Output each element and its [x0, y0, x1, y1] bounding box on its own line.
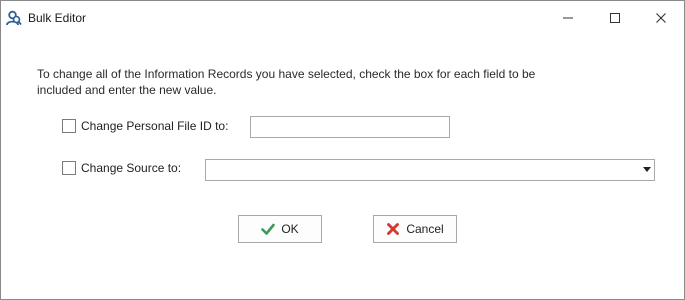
ok-button-label: OK: [281, 222, 299, 236]
source-row: Change Source to:: [62, 161, 181, 175]
ok-button[interactable]: OK: [238, 215, 322, 243]
minimize-icon: [563, 17, 573, 19]
source-checkbox[interactable]: [62, 161, 76, 175]
app-icon: [6, 10, 22, 27]
x-icon: [386, 222, 400, 236]
cancel-button[interactable]: Cancel: [373, 215, 457, 243]
chevron-down-icon[interactable]: [643, 167, 651, 172]
bulk-editor-dialog: Bulk Editor To change all of the Informa…: [0, 0, 685, 300]
checkmark-icon: [261, 222, 276, 236]
close-button[interactable]: [638, 1, 684, 35]
window-title: Bulk Editor: [28, 11, 87, 25]
source-dropdown[interactable]: [205, 159, 655, 181]
minimize-button[interactable]: [545, 1, 591, 35]
close-icon: [656, 13, 666, 23]
personal-file-id-label[interactable]: Change Personal File ID to:: [81, 119, 228, 133]
personal-file-id-input[interactable]: [250, 116, 450, 138]
source-label[interactable]: Change Source to:: [81, 161, 181, 175]
cancel-button-label: Cancel: [406, 222, 444, 236]
maximize-button[interactable]: [592, 1, 638, 35]
personal-file-id-checkbox[interactable]: [62, 119, 76, 133]
personal-file-id-row: Change Personal File ID to:: [62, 119, 228, 133]
instructions-text: To change all of the Information Records…: [37, 67, 536, 97]
title-bar: Bulk Editor: [1, 1, 684, 35]
maximize-icon: [610, 13, 620, 23]
